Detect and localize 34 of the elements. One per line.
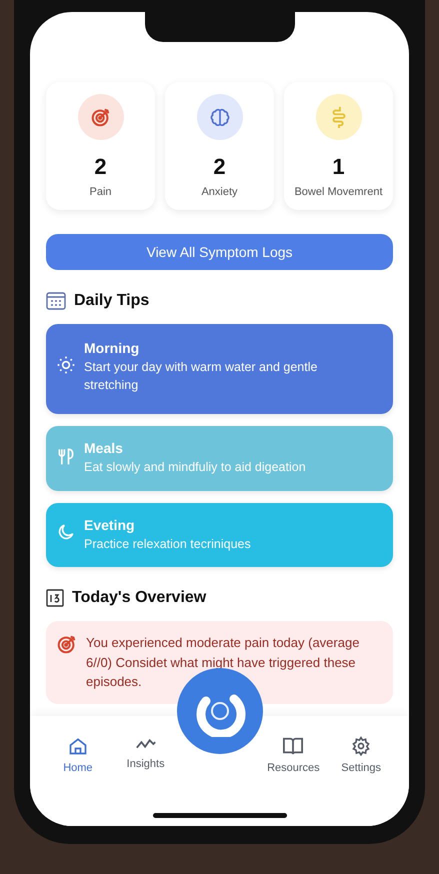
nav-tab[interactable]: Insights	[116, 736, 176, 770]
stat-count: 2	[213, 154, 226, 180]
section-title: Daily Tips	[74, 292, 150, 310]
tip-title: Eveting	[84, 516, 136, 532]
nav-tab[interactable]: Settings	[331, 736, 392, 774]
stat-card[interactable]: 1 Bowel Movemrent	[284, 82, 393, 210]
target-icon	[56, 633, 78, 655]
tip-card[interactable]: Morning Start your day with warm water and gentle stretching	[46, 324, 393, 414]
stat-card[interactable]: 2 Pain	[46, 82, 155, 210]
sun-icon	[56, 354, 76, 374]
view-logs-button[interactable]: View All Symptom Logs	[46, 234, 393, 270]
target-icon	[90, 106, 112, 128]
section-title: Today's Overview	[72, 589, 206, 607]
stat-label: Pain	[89, 186, 112, 198]
brain-icon	[208, 106, 230, 128]
book-icon	[282, 736, 304, 756]
home-icon	[68, 736, 88, 756]
stat-label: Anxiety	[201, 186, 238, 198]
stat-count: 1	[332, 154, 345, 180]
utensils-icon	[56, 446, 76, 466]
tip-title: Morning	[84, 340, 140, 356]
stat-card[interactable]: 2 Anxiety	[165, 82, 274, 210]
calendar-grid-icon	[46, 292, 66, 310]
calendar-icon	[46, 589, 64, 607]
stat-label: Bowel Movemrent	[294, 186, 383, 198]
overview-text: You experienced moderate pain today (average 6//0) Considet what might have triggered these episodes.	[86, 634, 360, 691]
nav-tab[interactable]: Resources	[263, 736, 324, 774]
tip-text: Practice relexation tecriniques	[84, 536, 252, 553]
tip-text: Start your day with warm water and gentle stretching	[84, 359, 318, 394]
tip-title: Meals	[84, 440, 124, 456]
tip-text: Eat slowly and mindfuliy to aid digeation	[84, 459, 307, 476]
stat-count: 2	[94, 154, 107, 180]
nav-tab[interactable]: Home	[48, 736, 108, 774]
settings-icon	[351, 736, 372, 756]
